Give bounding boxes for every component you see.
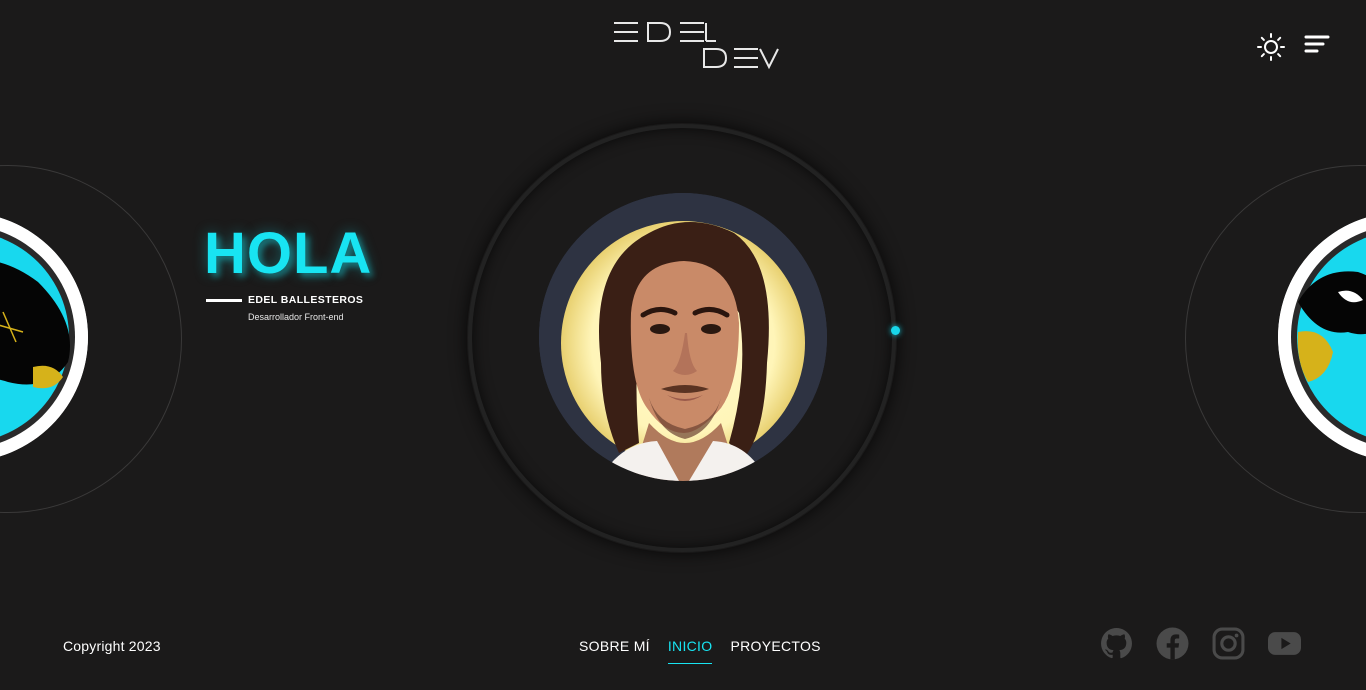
youtube-icon (1268, 632, 1301, 655)
orbit-dot (891, 326, 900, 335)
logo-mark (614, 22, 779, 70)
hero-text-block: HOLA EDEL BALLESTEROS Desarrollador Fron… (204, 221, 404, 323)
site-logo[interactable]: EDEL DEV (612, 20, 782, 72)
nav-link-proyectos[interactable]: PROYECTOS (730, 638, 820, 664)
portrait-illustration (539, 193, 827, 481)
youtube-link[interactable] (1268, 627, 1301, 660)
facebook-icon (1156, 627, 1189, 660)
social-links (1100, 627, 1301, 660)
name-row: EDEL BALLESTEROS (206, 294, 363, 306)
footer-nav: SOBRE MÍ INICIO PROYECTOS (579, 638, 821, 664)
nav-link-inicio[interactable]: INICIO (667, 638, 713, 664)
author-role: Desarrollador Front-end (248, 312, 344, 322)
sun-icon (1257, 33, 1285, 61)
instagram-link[interactable] (1212, 627, 1245, 660)
instagram-icon (1212, 627, 1245, 660)
menu-button[interactable] (1304, 34, 1330, 56)
github-icon (1101, 628, 1132, 659)
menu-icon (1304, 35, 1330, 53)
nav-link-sobre-mi[interactable]: SOBRE MÍ (579, 638, 650, 664)
copyright-text: Copyright 2023 (63, 638, 161, 654)
profile-photo (539, 193, 827, 481)
facebook-link[interactable] (1156, 627, 1189, 660)
theme-toggle-button[interactable] (1256, 32, 1286, 62)
author-name: EDEL BALLESTEROS (248, 294, 364, 306)
github-link[interactable] (1100, 627, 1133, 660)
greeting-heading: HOLA (204, 221, 373, 286)
name-divider (206, 298, 242, 302)
home-page: EDEL DEV (0, 0, 1366, 690)
